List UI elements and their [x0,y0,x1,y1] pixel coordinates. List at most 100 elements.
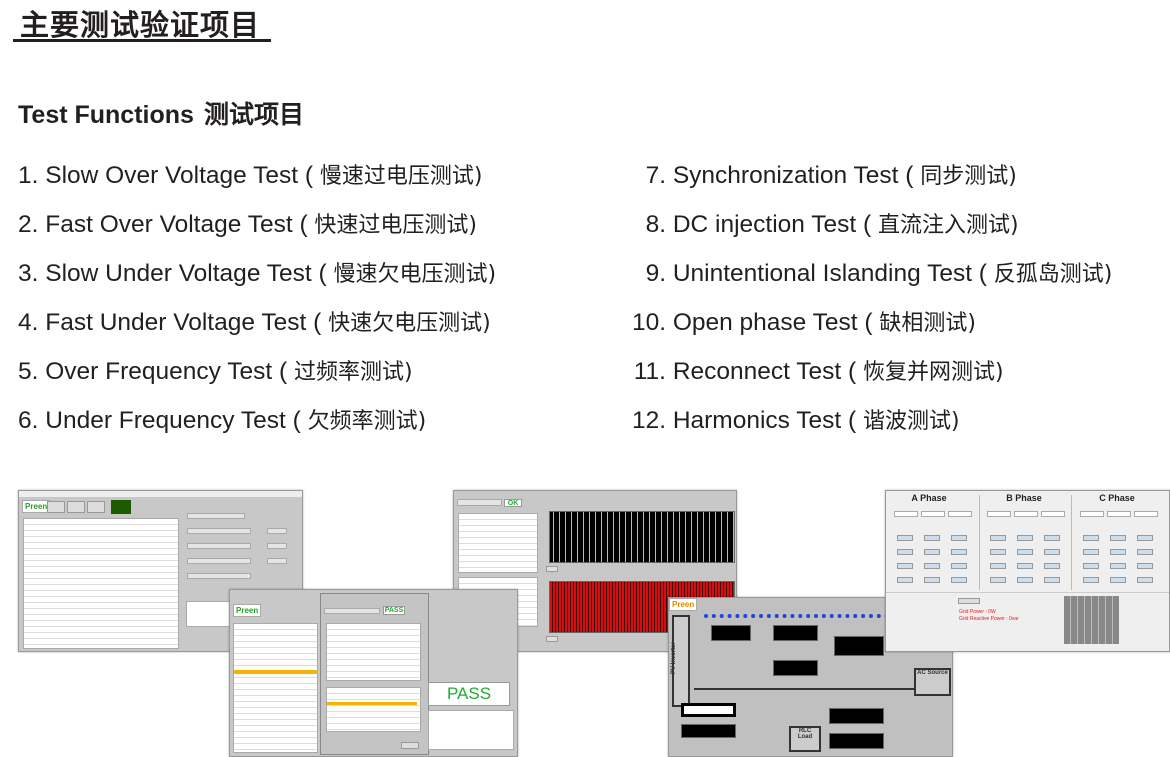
load-step-button [1110,535,1126,541]
load-step-button [1083,563,1099,569]
load-step-button [1137,535,1153,541]
test-name-en: Slow Under Voltage Test ( [45,260,327,287]
section-title-cn: 测试项目 [203,100,304,129]
rlc-load-box: RLC Load [789,726,821,752]
heading-underline [13,39,271,42]
phase-b-label: B Phase [1006,493,1042,503]
test-number: 11. [633,358,666,385]
load-step-button [1110,563,1126,569]
load-step-button [924,549,940,555]
load-step-button [951,549,967,555]
test-number: 7. [645,162,666,189]
test-list-right: 7. Synchronization Test ( 同步测试) 8. DC inj… [620,152,1112,446]
load-step-button [1083,549,1099,555]
load-step-button [990,577,1006,583]
load-value-display [1014,511,1038,517]
load-step-button [990,563,1006,569]
load-step-button [1137,549,1153,555]
phase-a-label: A Phase [911,493,947,503]
test-name-en: Harmonics Test ( [672,407,857,434]
test-name-en: Under Frequency Test ( [45,407,301,434]
load-step-button [951,563,967,569]
test-name-cn: 直流注入测试) [877,213,1019,238]
test-item: 9. Unintentional Islanding Test ( 反孤岛测试) [620,250,1113,299]
test-name-cn: 谐波测试) [862,409,960,434]
load-step-button [1017,549,1033,555]
preen-logo: Preen [669,598,698,611]
test-item: 2. Fast Over Voltage Test ( 快速过电压测试) [18,201,496,250]
load-step-button [897,535,913,541]
load-value-display [987,511,1011,517]
test-item: 10. Open phase Test ( 缺相测试) [620,299,1112,348]
test-name-cn: 过频率测试) [293,360,413,385]
test-number: 4. [18,309,39,336]
rlc-load-label: RLC Load [797,728,813,740]
load-step-button [1083,577,1099,583]
test-item: 7. Synchronization Test ( 同步测试) [620,152,1112,201]
load-step-button [924,535,940,541]
load-value-display [1107,511,1131,517]
ok-indicator: OK [504,499,522,507]
load-step-button [924,563,940,569]
section-title-en: Test Functions [18,101,194,129]
load-step-button [897,563,913,569]
load-value-display [894,511,918,517]
test-name-cn: 反孤岛测试) [993,262,1113,287]
test-item: 5. Over Frequency Test ( 过频率测试) [18,348,496,397]
load-step-button [1044,535,1060,541]
page-heading: 主要测试验证项目 [20,8,261,42]
test-number: 1. [18,162,39,189]
screenshot-test-result: Preen PASS PASS [229,589,518,757]
test-list-left: 1. Slow Over Voltage Test ( 慢速过电压测试) 2. F… [18,152,496,446]
load-step-button [897,577,913,583]
test-name-cn: 快速欠电压测试) [328,311,491,336]
test-item: 6. Under Frequency Test ( 欠频率测试) [18,397,496,446]
load-step-button [990,549,1006,555]
load-value-display [1134,511,1158,517]
load-step-button [951,577,967,583]
test-number: 8. [645,211,666,238]
pass-indicator: PASS [383,606,405,615]
test-name-cn: 慢速欠电压测试) [333,262,497,287]
test-item: 3. Slow Under Voltage Test ( 慢速欠电压测试) [18,250,496,299]
test-name-cn: 恢复并网测试) [863,360,1004,385]
load-step-button [924,577,940,583]
test-name-en: Fast Under Voltage Test ( [45,309,322,336]
load-step-button [1137,577,1153,583]
test-item: 12. Harmonics Test ( 谐波测试) [620,397,1112,446]
test-name-en: Fast Over Voltage Test ( [45,211,308,238]
load-step-button [1137,563,1153,569]
test-number: 3. [18,260,39,287]
test-name-en: Unintentional Islanding Test ( [672,260,987,287]
test-number: 5. [18,358,39,385]
test-item: 4. Fast Under Voltage Test ( 快速欠电压测试) [18,299,496,348]
load-step-button [1017,535,1033,541]
load-value-display [1041,511,1065,517]
section-title: Test Functions 测试项目 [18,95,304,131]
test-item: 1. Slow Over Voltage Test ( 慢速过电压测试) [18,152,496,201]
pv-inverter-label: PV Inverter [671,642,677,674]
load-step-button [951,535,967,541]
load-step-button [1044,549,1060,555]
load-step-button [990,535,1006,541]
load-step-button [1110,549,1126,555]
load-value-display [948,511,972,517]
preen-logo: Preen [233,604,262,617]
test-name-en: Over Frequency Test ( [45,358,288,385]
test-number: 10. [631,309,666,336]
test-number: 2. [18,211,39,238]
load-step-button [1044,563,1060,569]
test-name-en: Slow Over Voltage Test ( [45,162,314,189]
phase-c-label: C Phase [1099,493,1135,503]
test-number: 9. [645,260,666,287]
load-step-button [897,549,913,555]
load-value-display [1080,511,1104,517]
ac-source-box: AC Source [914,668,951,696]
preen-logo: Preen [22,500,51,513]
grid-reactive-power: Grid Reactive Power : 0var [959,616,1019,622]
load-value-display [921,511,945,517]
test-name-en: Open phase Test ( [672,309,873,336]
test-name-en: DC injection Test ( [672,211,872,238]
test-name-cn: 欠频率测试) [307,409,427,434]
test-name-cn: 同步测试) [920,164,1017,189]
